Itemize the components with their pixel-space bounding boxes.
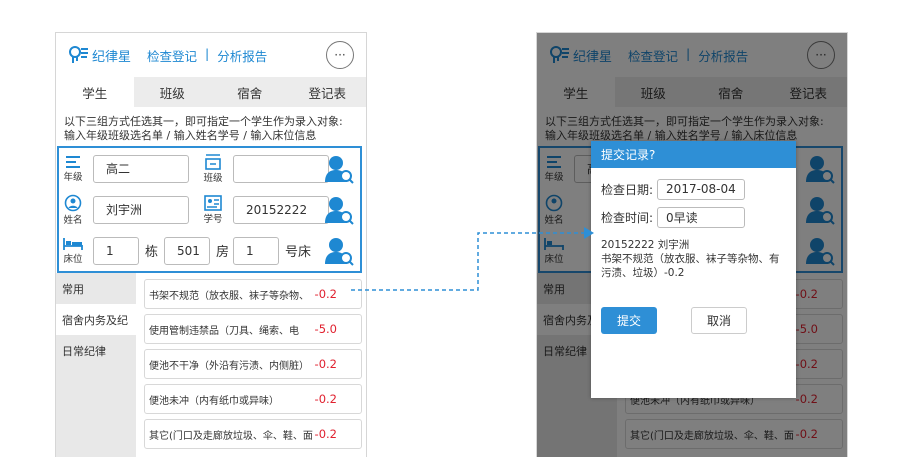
flow-connector-arrow bbox=[351, 227, 594, 291]
